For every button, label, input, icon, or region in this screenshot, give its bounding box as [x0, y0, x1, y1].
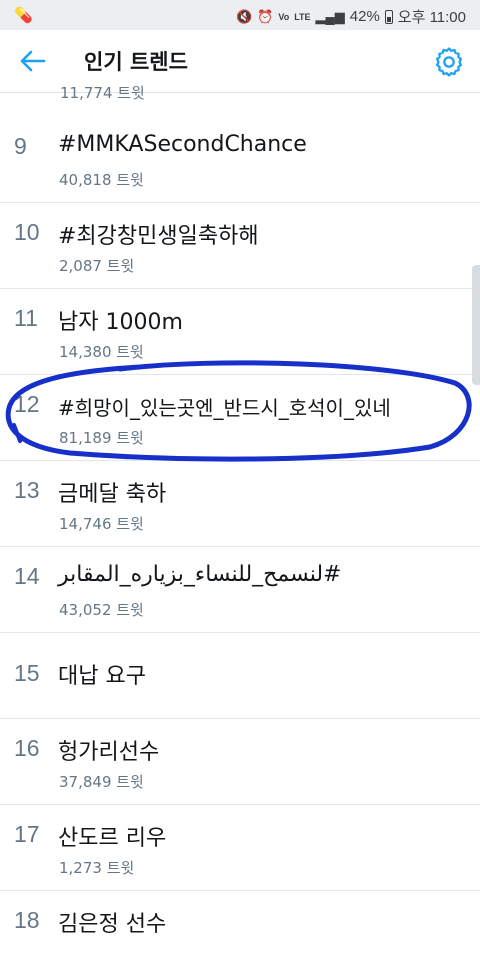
trend-row-11[interactable]: 11 남자 1000m 14,380 트윗 [0, 289, 480, 375]
trend-count: 43,052 트윗 [59, 601, 144, 619]
trend-count: 40,818 트윗 [59, 171, 144, 189]
trend-row-17[interactable]: 17 산도르 리우 1,273 트윗 [0, 805, 480, 891]
status-bar: 💊 🔇 ⏰ Vo LTE ▂▄▆ 42% 오후 11:00 [0, 0, 480, 30]
trend-count: 81,189 트윗 [59, 429, 144, 447]
alarm-icon: ⏰ [257, 8, 274, 24]
trend-rank: 15 [14, 660, 40, 686]
trend-rank: 10 [14, 219, 40, 245]
clock: 오후 11:00 [397, 9, 466, 26]
trend-rank: 18 [14, 907, 40, 933]
arrow-left-icon [20, 50, 46, 72]
network-type: LTE [294, 11, 311, 22]
trend-name: 남자 1000m [58, 310, 183, 335]
trend-count: 2,087 트윗 [59, 257, 135, 275]
trend-rank: 16 [14, 735, 40, 761]
signal-icon: ▂▄▆ [315, 8, 345, 24]
trend-name: #MMKASecondChance [58, 132, 307, 157]
battery-percent: 42% [349, 8, 380, 25]
volte-icon: Vo [278, 11, 290, 22]
page-title: 인기 트렌드 [84, 50, 188, 74]
trend-row-18[interactable]: 18 김은정 선수 [0, 891, 480, 977]
trend-row-9[interactable]: 9 #MMKASecondChance 40,818 트윗 [0, 117, 480, 203]
settings-button[interactable] [432, 45, 466, 79]
trend-name: 산도르 리우 [58, 826, 167, 851]
battery-icon [384, 9, 393, 24]
trend-rank: 13 [14, 477, 40, 503]
trend-row-10[interactable]: 10 #최강창민생일축하해 2,087 트윗 [0, 203, 480, 289]
pill-icon: 💊 [14, 7, 33, 24]
trend-row-16[interactable]: 16 헝가리선수 37,849 트윗 [0, 719, 480, 805]
back-button[interactable] [14, 43, 54, 79]
trend-rank: 17 [14, 821, 40, 847]
trend-rank: 9 [14, 133, 27, 159]
trend-name: 헝가리선수 [58, 740, 160, 765]
partial-trend-count: 11,774 트윗 [60, 84, 145, 102]
trend-count: 14,380 트윗 [59, 343, 144, 361]
trend-count: 1,273 트윗 [59, 859, 135, 877]
trend-row-13[interactable]: 13 금메달 축하 14,746 트윗 [0, 461, 480, 547]
status-icons: 🔇 ⏰ Vo LTE ▂▄▆ 42% 오후 11:00 [236, 6, 466, 27]
trend-row-14[interactable]: 14 #لنسمح_للنساء_بزياره_المقابر 43,052 트… [0, 547, 480, 633]
trend-name: 대납 요구 [58, 664, 146, 689]
trend-name: 김은정 선수 [58, 912, 167, 937]
trend-name: #لنسمح_للنساء_بزياره_المقابر [58, 562, 342, 587]
mute-icon: 🔇 [235, 8, 253, 24]
trend-row-12[interactable]: 12 #희망이_있는곳엔_반드시_호석이_있네 81,189 트윗 [0, 375, 480, 461]
gear-icon [435, 47, 463, 77]
trend-rank: 12 [14, 391, 40, 417]
scrollbar-thumb[interactable] [472, 265, 480, 385]
trend-row-15[interactable]: 15 대납 요구 [0, 633, 480, 719]
trend-rank: 11 [14, 305, 38, 331]
trends-list: 9 #MMKASecondChance 40,818 트윗 10 #최강창민생일… [0, 117, 480, 977]
trend-count: 14,746 트윗 [59, 515, 144, 533]
trend-name: #희망이_있는곳엔_반드시_호석이_있네 [58, 396, 391, 420]
trend-name: 금메달 축하 [58, 482, 167, 507]
trend-count: 37,849 트윗 [59, 773, 144, 791]
trend-name: #최강창민생일축하해 [58, 224, 259, 249]
trend-rank: 14 [14, 563, 40, 589]
